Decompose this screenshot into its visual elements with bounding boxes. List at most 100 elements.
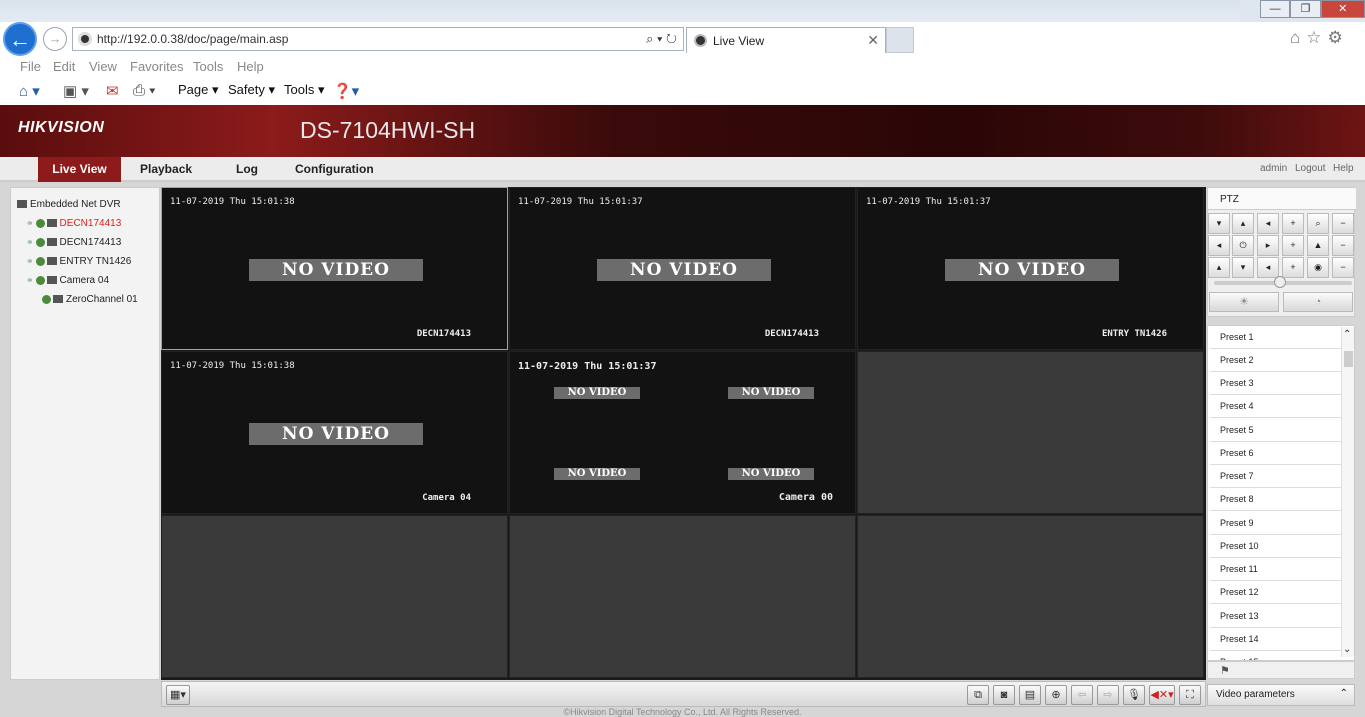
video-parameters-bar[interactable]: Video parameters ⌃ bbox=[1207, 684, 1355, 706]
iris-close-button[interactable]: − bbox=[1332, 257, 1354, 278]
print-icon[interactable]: ⎙ ▾ bbox=[133, 82, 155, 99]
gear-icon[interactable]: ⚙ bbox=[1328, 28, 1343, 48]
preset-item[interactable]: Preset 5 bbox=[1210, 419, 1342, 442]
next-page-button[interactable]: ⇨ bbox=[1097, 685, 1119, 705]
iris-open-button[interactable]: + bbox=[1282, 257, 1304, 278]
ptz-auto[interactable]: ⏻ bbox=[1232, 235, 1254, 256]
wiper-button[interactable]: ◔ bbox=[1283, 292, 1353, 312]
preset-item[interactable]: Preset 7 bbox=[1210, 465, 1342, 488]
wiper-icon: ◔ bbox=[1314, 296, 1322, 308]
flag-icon[interactable]: ⚑ bbox=[1220, 664, 1230, 677]
minimize-button[interactable]: — bbox=[1260, 0, 1291, 18]
close-window-button[interactable]: ✕ bbox=[1320, 0, 1365, 18]
ptz-right[interactable]: ▸ bbox=[1257, 235, 1279, 256]
video-cell-8[interactable] bbox=[509, 515, 856, 678]
video-cell-6[interactable] bbox=[857, 351, 1204, 514]
star-icon[interactable]: ☆ bbox=[1306, 28, 1321, 48]
tools-menu[interactable]: Tools ▾ bbox=[284, 82, 325, 98]
ptz-down-left[interactable]: ▴ bbox=[1208, 257, 1230, 278]
preset-item[interactable]: Preset 2 bbox=[1210, 349, 1342, 372]
tab-live-view[interactable]: Live View bbox=[38, 157, 121, 182]
tab-configuration[interactable]: Configuration bbox=[295, 157, 374, 182]
focus-near-button[interactable]: + bbox=[1282, 235, 1304, 256]
menu-favorites[interactable]: Favorites bbox=[130, 59, 183, 74]
talk-button[interactable]: 🎙 bbox=[1123, 685, 1145, 705]
zoom-button[interactable]: ⊕ bbox=[1045, 685, 1067, 705]
zoom-in-button[interactable]: + bbox=[1282, 213, 1304, 234]
ptz-down[interactable]: ▾ bbox=[1232, 257, 1254, 278]
tab-log[interactable]: Log bbox=[236, 157, 258, 182]
slider-knob[interactable] bbox=[1274, 276, 1286, 288]
focus-far-button[interactable]: − bbox=[1332, 235, 1354, 256]
zoom-out-button[interactable]: − bbox=[1332, 213, 1354, 234]
preset-item[interactable]: Preset 6 bbox=[1210, 442, 1342, 465]
preset-item[interactable]: Preset 11 bbox=[1210, 558, 1342, 581]
layout-button[interactable]: ▦▾ bbox=[166, 685, 190, 705]
url-text[interactable]: http://192.0.0.38/doc/page/main.asp bbox=[97, 32, 288, 46]
preset-item[interactable]: Preset 1 bbox=[1210, 326, 1342, 349]
browser-tab[interactable]: Live View ✕ bbox=[686, 27, 886, 53]
tree-item-camera-3[interactable]: ⚭ ENTRY TN1426 bbox=[26, 256, 131, 267]
address-bar[interactable]: http://192.0.0.38/doc/page/main.asp ⌕ ▾ … bbox=[72, 27, 684, 51]
menu-file[interactable]: File bbox=[20, 59, 41, 74]
previous-page-button[interactable]: ⇦ bbox=[1071, 685, 1093, 705]
video-cell-5-zero-channel[interactable]: 11-07-2019 Thu 15:01:37 NO VIDEO NO VIDE… bbox=[509, 351, 856, 514]
preset-item[interactable]: Preset 13 bbox=[1210, 605, 1342, 628]
ptz-up[interactable]: ▴ bbox=[1232, 213, 1254, 234]
video-cell-3[interactable]: 11-07-2019 Thu 15:01:37 NO VIDEO ENTRY T… bbox=[857, 187, 1204, 350]
video-cell-2[interactable]: 11-07-2019 Thu 15:01:37 NO VIDEO DECN174… bbox=[509, 187, 856, 350]
preset-item[interactable]: Preset 12 bbox=[1210, 581, 1342, 604]
page-menu[interactable]: Page ▾ bbox=[178, 82, 219, 98]
tree-item-camera-2[interactable]: ⚭ DECN174413 bbox=[26, 237, 121, 248]
stop-all-button[interactable]: ⧉ bbox=[967, 685, 989, 705]
preset-scrollbar[interactable]: ⌃ ⌄ bbox=[1341, 327, 1354, 657]
menu-tools[interactable]: Tools bbox=[193, 59, 223, 74]
preset-item[interactable]: Preset 9 bbox=[1210, 512, 1342, 535]
ptz-up-left[interactable]: ▾ bbox=[1208, 213, 1230, 234]
fullscreen-button[interactable]: ⛶ bbox=[1179, 685, 1201, 705]
video-cell-9[interactable] bbox=[857, 515, 1204, 678]
home-icon[interactable]: ⌂ bbox=[1290, 28, 1300, 48]
logout-link[interactable]: Logout bbox=[1295, 163, 1326, 174]
preset-item[interactable]: Preset 8 bbox=[1210, 488, 1342, 511]
help-link[interactable]: Help bbox=[1333, 163, 1354, 174]
capture-button[interactable]: ◙ bbox=[993, 685, 1015, 705]
tab-playback[interactable]: Playback bbox=[140, 157, 192, 182]
tree-item-camera-1[interactable]: ⚭ DECN174413 bbox=[26, 218, 121, 229]
light-button[interactable]: ☀ bbox=[1209, 292, 1279, 312]
ptz-down-right[interactable]: ◂ bbox=[1257, 257, 1279, 278]
ptz-left[interactable]: ◂ bbox=[1208, 235, 1230, 256]
menu-edit[interactable]: Edit bbox=[53, 59, 75, 74]
volume-button[interactable]: ◀✕▾ bbox=[1149, 685, 1175, 705]
preset-item[interactable]: Preset 10 bbox=[1210, 535, 1342, 558]
preset-item[interactable]: Preset 15 bbox=[1210, 651, 1342, 660]
menu-view[interactable]: View bbox=[89, 59, 117, 74]
chevron-up-icon[interactable]: ⌃ bbox=[1343, 329, 1351, 340]
maximize-button[interactable]: ❐ bbox=[1290, 0, 1321, 18]
video-cell-7[interactable] bbox=[161, 515, 508, 678]
address-tools[interactable]: ⌕ ▾ ↻ bbox=[646, 31, 677, 47]
preset-item[interactable]: Preset 4 bbox=[1210, 395, 1342, 418]
home-icon[interactable]: ⌂ ▾ bbox=[19, 82, 40, 100]
scrollbar-thumb[interactable] bbox=[1344, 351, 1353, 367]
video-cell-1[interactable]: 11-07-2019 Thu 15:01:38 NO VIDEO DECN174… bbox=[161, 187, 508, 350]
video-cell-4[interactable]: 11-07-2019 Thu 15:01:38 NO VIDEO Camera … bbox=[161, 351, 508, 514]
new-tab-button[interactable] bbox=[886, 27, 914, 53]
chevron-down-icon[interactable]: ⌄ bbox=[1343, 644, 1351, 655]
safety-menu[interactable]: Safety ▾ bbox=[228, 82, 275, 98]
tree-item-camera-4[interactable]: ⚭ Camera 04 bbox=[26, 275, 109, 286]
back-button[interactable]: ← bbox=[3, 22, 37, 56]
mail-icon[interactable]: ✉ bbox=[106, 82, 119, 100]
feeds-icon[interactable]: ▣ ▾ bbox=[63, 82, 89, 100]
menu-help[interactable]: Help bbox=[237, 59, 264, 74]
preset-item[interactable]: Preset 3 bbox=[1210, 372, 1342, 395]
preset-item[interactable]: Preset 14 bbox=[1210, 628, 1342, 651]
ptz-up-right[interactable]: ◂ bbox=[1257, 213, 1279, 234]
tab-close-icon[interactable]: ✕ bbox=[867, 32, 879, 49]
ptz-panel: PTZ ▾ ▴ ◂ + ⌕ − ◂ ⏻ ▸ + ▲ − ▴ ▾ ◂ + ◉ − … bbox=[1207, 187, 1356, 317]
record-button[interactable]: ▤ bbox=[1019, 685, 1041, 705]
forward-button[interactable]: → bbox=[43, 27, 67, 51]
help-icon[interactable]: ❓▾ bbox=[333, 82, 359, 100]
tree-item-zero-channel[interactable]: ZeroChannel 01 bbox=[42, 294, 138, 305]
tree-root[interactable]: Embedded Net DVR bbox=[17, 199, 121, 210]
